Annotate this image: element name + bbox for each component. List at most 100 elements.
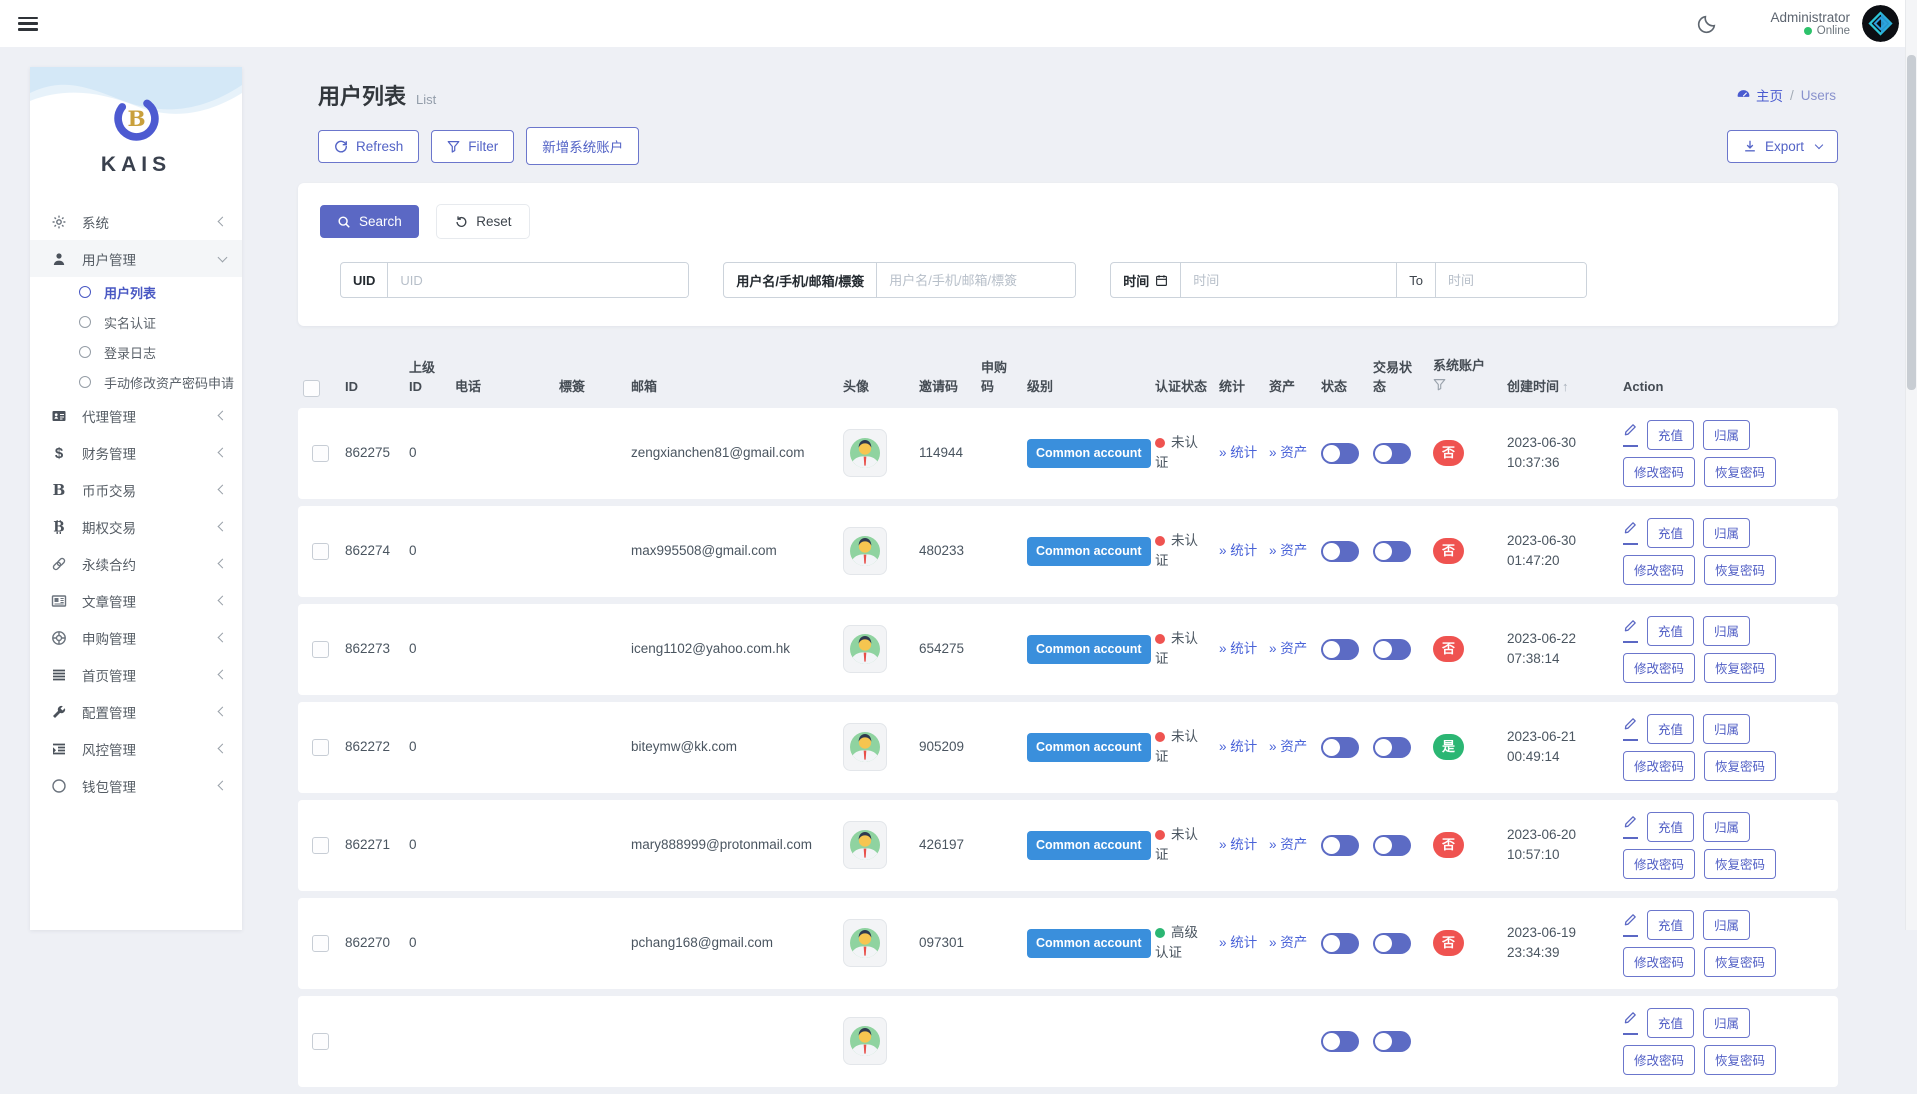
recharge-button[interactable]: 充值 (1647, 714, 1694, 744)
add-system-account-button[interactable]: 新增系统账户 (526, 127, 639, 165)
dark-mode-icon[interactable] (1696, 13, 1718, 35)
user-avatar-image[interactable] (843, 625, 909, 673)
asset-link[interactable]: » 资产 (1269, 641, 1307, 656)
trade-status-toggle[interactable] (1373, 1031, 1411, 1052)
status-toggle[interactable] (1321, 1031, 1359, 1052)
status-toggle[interactable] (1321, 933, 1359, 954)
belong-button[interactable]: 归属 (1703, 714, 1750, 744)
sidebar-item-7[interactable]: 文章管理 (30, 582, 242, 619)
user-avatar-image[interactable] (843, 723, 909, 771)
status-toggle[interactable] (1321, 541, 1359, 562)
trade-status-toggle[interactable] (1373, 835, 1411, 856)
sidebar-subitem-1-0[interactable]: 用户列表 (30, 277, 242, 307)
user-avatar-image[interactable] (843, 1017, 909, 1065)
asset-link[interactable]: » 资产 (1269, 837, 1307, 852)
status-toggle[interactable] (1321, 737, 1359, 758)
change-password-button[interactable]: 修改密码 (1623, 457, 1695, 487)
restore-password-button[interactable]: 恢复密码 (1704, 751, 1776, 781)
trade-status-toggle[interactable] (1373, 541, 1411, 562)
user-avatar-image[interactable] (843, 821, 909, 869)
menu-toggle-icon[interactable] (18, 17, 38, 31)
restore-password-button[interactable]: 恢复密码 (1704, 947, 1776, 977)
status-toggle[interactable] (1321, 639, 1359, 660)
sidebar-item-12[interactable]: 钱包管理 (30, 767, 242, 804)
edit-button[interactable] (1623, 716, 1638, 742)
change-password-button[interactable]: 修改密码 (1623, 849, 1695, 879)
recharge-button[interactable]: 充值 (1647, 812, 1694, 842)
sidebar-item-2[interactable]: 代理管理 (30, 397, 242, 434)
sidebar-item-5[interactable]: B期权交易 (30, 508, 242, 545)
edit-button[interactable] (1623, 814, 1638, 840)
sidebar-item-10[interactable]: 配置管理 (30, 693, 242, 730)
sidebar-subitem-1-3[interactable]: 手动修改资产密码申请 (30, 367, 242, 397)
change-password-button[interactable]: 修改密码 (1623, 555, 1695, 585)
funnel-icon[interactable] (1433, 378, 1497, 397)
stats-link[interactable]: » 统计 (1219, 837, 1257, 852)
user-avatar-image[interactable] (843, 919, 909, 967)
sidebar-item-0[interactable]: 系统 (30, 203, 242, 240)
change-password-button[interactable]: 修改密码 (1623, 1045, 1695, 1075)
export-button[interactable]: Export (1727, 130, 1838, 163)
user-avatar-image[interactable] (843, 429, 909, 477)
restore-password-button[interactable]: 恢复密码 (1704, 653, 1776, 683)
edit-button[interactable] (1623, 1010, 1638, 1036)
sidebar-item-9[interactable]: 首页管理 (30, 656, 242, 693)
sidebar-item-6[interactable]: 永续合约 (30, 545, 242, 582)
restore-password-button[interactable]: 恢复密码 (1704, 555, 1776, 585)
scrollbar-thumb[interactable] (1907, 55, 1916, 390)
asset-link[interactable]: » 资产 (1269, 445, 1307, 460)
belong-button[interactable]: 归属 (1703, 812, 1750, 842)
row-checkbox[interactable] (312, 1033, 329, 1050)
user-filter-input[interactable] (877, 263, 1075, 297)
recharge-button[interactable]: 充值 (1647, 1008, 1694, 1038)
recharge-button[interactable]: 充值 (1647, 910, 1694, 940)
sidebar-subitem-1-1[interactable]: 实名认证 (30, 307, 242, 337)
sidebar-item-1[interactable]: 用户管理 (30, 240, 242, 277)
belong-button[interactable]: 归属 (1703, 420, 1750, 450)
trade-status-toggle[interactable] (1373, 639, 1411, 660)
sidebar-item-4[interactable]: B币币交易 (30, 471, 242, 508)
stats-link[interactable]: » 统计 (1219, 445, 1257, 460)
belong-button[interactable]: 归属 (1703, 616, 1750, 646)
refresh-button[interactable]: Refresh (318, 130, 419, 163)
trade-status-toggle[interactable] (1373, 737, 1411, 758)
time-to-input[interactable] (1436, 263, 1586, 297)
belong-button[interactable]: 归属 (1703, 518, 1750, 548)
change-password-button[interactable]: 修改密码 (1623, 653, 1695, 683)
stats-link[interactable]: » 统计 (1219, 641, 1257, 656)
filter-button[interactable]: Filter (431, 130, 514, 163)
select-all-checkbox[interactable] (303, 380, 320, 397)
recharge-button[interactable]: 充值 (1647, 518, 1694, 548)
row-checkbox[interactable] (312, 739, 329, 756)
trade-status-toggle[interactable] (1373, 933, 1411, 954)
row-checkbox[interactable] (312, 543, 329, 560)
restore-password-button[interactable]: 恢复密码 (1704, 1045, 1776, 1075)
belong-button[interactable]: 归属 (1703, 1008, 1750, 1038)
edit-button[interactable] (1623, 912, 1638, 938)
sidebar-item-3[interactable]: $财务管理 (30, 434, 242, 471)
user-avatar[interactable] (1862, 5, 1899, 42)
sidebar-subitem-1-2[interactable]: 登录日志 (30, 337, 242, 367)
change-password-button[interactable]: 修改密码 (1623, 947, 1695, 977)
asset-link[interactable]: » 资产 (1269, 739, 1307, 754)
stats-link[interactable]: » 统计 (1219, 739, 1257, 754)
edit-button[interactable] (1623, 618, 1638, 644)
edit-button[interactable] (1623, 422, 1638, 448)
sidebar-item-11[interactable]: 风控管理 (30, 730, 242, 767)
uid-input[interactable] (388, 263, 688, 297)
stats-link[interactable]: » 统计 (1219, 935, 1257, 950)
trade-status-toggle[interactable] (1373, 443, 1411, 464)
edit-button[interactable] (1623, 520, 1638, 546)
restore-password-button[interactable]: 恢复密码 (1704, 849, 1776, 879)
change-password-button[interactable]: 修改密码 (1623, 751, 1695, 781)
row-checkbox[interactable] (312, 445, 329, 462)
time-from-input[interactable] (1181, 263, 1396, 297)
recharge-button[interactable]: 充值 (1647, 616, 1694, 646)
asset-link[interactable]: » 资产 (1269, 543, 1307, 558)
sidebar-item-8[interactable]: 申购管理 (30, 619, 242, 656)
row-checkbox[interactable] (312, 837, 329, 854)
user-info[interactable]: Administrator Online (1770, 10, 1850, 37)
restore-password-button[interactable]: 恢复密码 (1704, 457, 1776, 487)
reset-button[interactable]: Reset (437, 205, 528, 238)
asset-link[interactable]: » 资产 (1269, 935, 1307, 950)
